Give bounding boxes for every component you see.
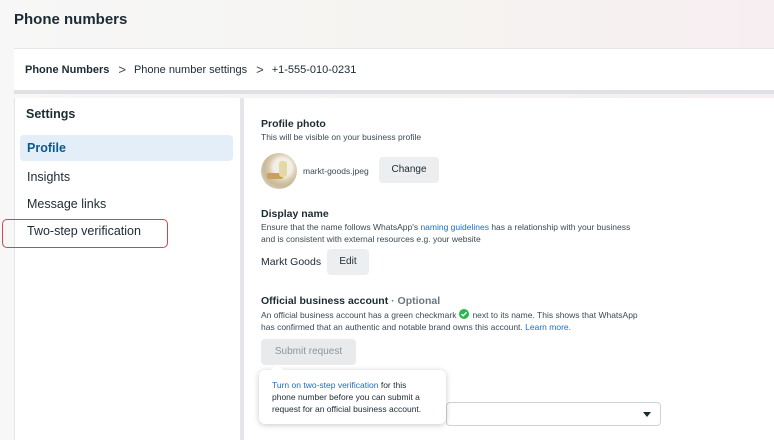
display-name-desc-text-2: has a relationship with your business xyxy=(488,222,631,232)
sidebar-divider xyxy=(240,98,244,440)
sidebar: Settings Profile Insights Message links … xyxy=(15,98,240,440)
display-name-description: Ensure that the name follows WhatsApp's … xyxy=(261,221,681,245)
display-name-value: Markt Goods xyxy=(261,256,322,268)
official-account-description: An official business account has a green… xyxy=(261,309,681,333)
official-desc-line2: has confirmed that an authentic and nota… xyxy=(261,322,523,332)
official-account-heading: Official business account xyxy=(261,295,389,307)
chevron-right-icon: > xyxy=(118,62,126,77)
official-desc-text-2: next to its name. This shows that WhatsA… xyxy=(472,310,638,320)
tooltip-text: for this xyxy=(378,380,407,390)
breadcrumb-phone-numbers[interactable]: Phone Numbers xyxy=(25,64,109,76)
profile-photo-heading: Profile photo xyxy=(261,118,326,130)
breadcrumb-phone-number-settings[interactable]: Phone number settings xyxy=(134,64,247,76)
submit-request-button[interactable]: Submit request xyxy=(261,339,356,365)
sidebar-item-message-links[interactable]: Message links xyxy=(20,191,233,217)
profile-photo-description: This will be visible on your business pr… xyxy=(261,132,422,142)
tooltip: Turn on two-step verification for this p… xyxy=(259,364,446,424)
profile-photo-filename: markt-goods.jpeg xyxy=(303,166,369,176)
official-desc-text: An official business account has a green… xyxy=(261,310,457,320)
naming-guidelines-link[interactable]: naming guidelines xyxy=(420,222,489,232)
display-name-desc-text: Ensure that the name follows WhatsApp's xyxy=(261,222,421,232)
display-name-desc-line2: and is consistent with external resource… xyxy=(261,234,481,244)
display-name-heading: Display name xyxy=(261,208,329,220)
turn-on-two-step-link[interactable]: Turn on two-step verification xyxy=(272,380,378,390)
caret-down-icon xyxy=(643,412,651,417)
breadcrumb-phone-number: +1-555-010-0231 xyxy=(271,63,357,76)
page-title: Phone numbers xyxy=(14,11,128,28)
sidebar-title: Settings xyxy=(26,107,76,121)
tooltip-line2: phone number before you can submit a xyxy=(272,392,420,402)
profile-photo-avatar xyxy=(261,153,297,189)
breadcrumb: Phone Numbers > Phone number settings > … xyxy=(14,48,774,94)
learn-more-link[interactable]: Learn more. xyxy=(525,322,571,332)
sidebar-item-insights[interactable]: Insights xyxy=(20,164,233,190)
chevron-right-icon: > xyxy=(256,62,264,77)
edit-display-name-button[interactable]: Edit xyxy=(327,249,369,275)
optional-label: · Optional xyxy=(388,295,441,307)
tooltip-arrow xyxy=(271,364,283,370)
tooltip-line3: request for an official business account… xyxy=(272,404,422,414)
green-checkmark-icon xyxy=(459,309,470,319)
highlight-outline xyxy=(2,219,168,248)
sidebar-item-profile[interactable]: Profile xyxy=(20,135,233,161)
official-account-heading-row: Official business account · Optional xyxy=(261,295,440,307)
dropdown-select[interactable] xyxy=(446,402,661,426)
change-photo-button[interactable]: Change xyxy=(379,157,439,183)
